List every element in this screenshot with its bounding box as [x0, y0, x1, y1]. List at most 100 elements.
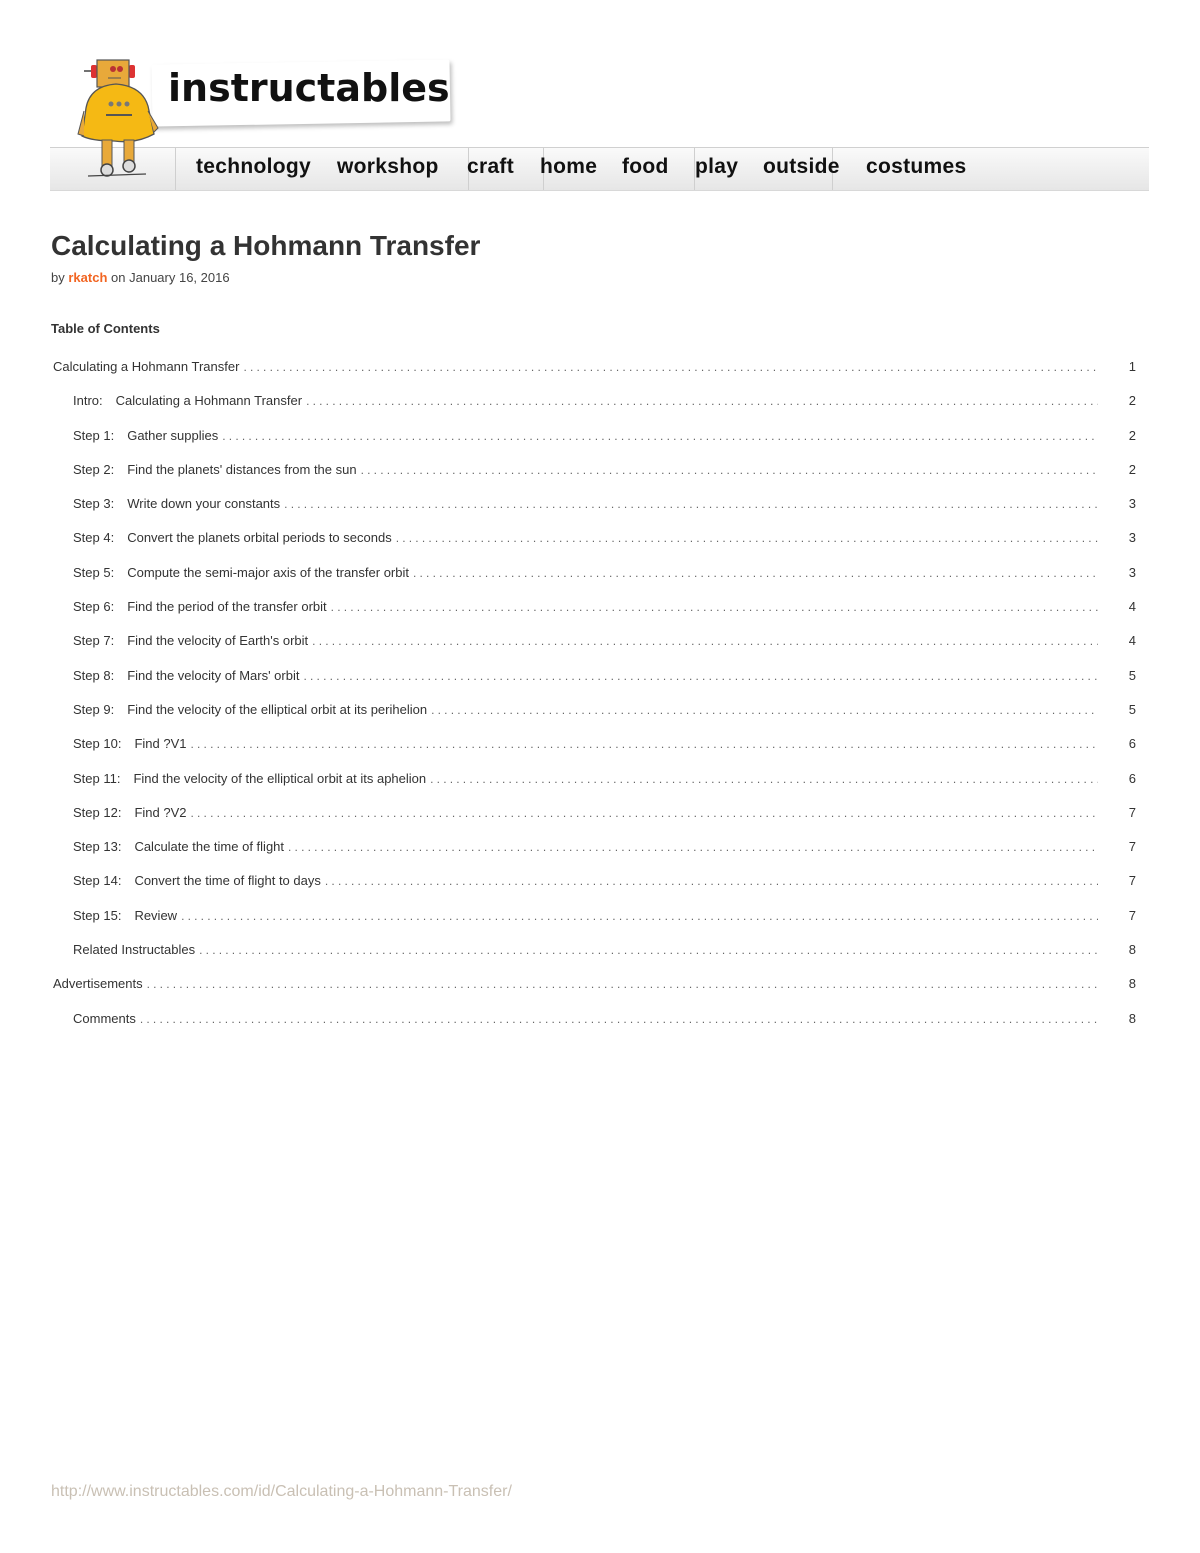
toc-entry[interactable]: Step 12: Find ?V2........................… — [53, 804, 1136, 839]
toc-entry-page-number: 2 — [1098, 393, 1136, 409]
article-title: Calculating a Hohmann Transfer — [51, 230, 481, 261]
toc-entry-page-number: 5 — [1098, 667, 1136, 683]
toc-dot-leader: ........................................… — [181, 908, 1098, 923]
toc-dot-leader: ........................................… — [199, 943, 1098, 958]
toc-entry-step-number: Intro: — [73, 393, 103, 409]
toc-entry-title: Find ?V2 — [134, 804, 187, 820]
toc-entry-step-number: Step 13: — [73, 839, 122, 855]
toc-entry[interactable]: Step 1: Gather supplies..................… — [53, 427, 1136, 462]
toc-entry-page-number: 7 — [1098, 839, 1136, 855]
toc-entry[interactable]: Step 6: Find the period of the transfer o… — [53, 599, 1136, 633]
toc-entry[interactable]: Step 9: Find the velocity of the elliptic… — [53, 701, 1136, 736]
footer-url-link[interactable]: http://www.instructables.com/id/Calculat… — [51, 1483, 512, 1501]
toc-entry-title: Find the period of the transfer orbit — [127, 599, 327, 615]
logo-wordmark[interactable]: instructables — [168, 66, 450, 110]
toc-entry[interactable]: Calculating a Hohmann Transfer..........… — [53, 359, 1136, 393]
toc-entry-label: Intro: Calculating a Hohmann Transfer — [73, 393, 307, 409]
toc-entry[interactable]: Step 8: Find the velocity of Mars' orbit.… — [53, 667, 1136, 702]
toc-entry[interactable]: Comments................................… — [53, 1010, 1136, 1045]
toc-entry-title: Related Instructables — [73, 942, 196, 958]
toc-dot-leader: ........................................… — [324, 874, 1098, 889]
toc-entry-title: Write down your constants — [127, 496, 281, 512]
toc-entry-page-number: 2 — [1098, 427, 1136, 443]
toc-dot-leader: ........................................… — [288, 840, 1098, 855]
toc-entry-title: Convert the time of flight to days — [134, 873, 321, 889]
toc-entry[interactable]: Related Instructables...................… — [53, 942, 1136, 976]
toc-entry-title: Convert the planets orbital periods to s… — [127, 530, 392, 546]
toc-entry-page-number: 6 — [1098, 770, 1136, 786]
toc-entry[interactable]: Step 10: Find ?V1........................… — [53, 736, 1136, 770]
article-byline: by rkatch on January 16, 2016 — [51, 270, 230, 285]
toc-dot-leader: ........................................… — [303, 668, 1098, 683]
toc-entry-page-number: 3 — [1098, 530, 1136, 546]
toc-entry-step-number: Step 1: — [73, 427, 115, 443]
toc-entry-step-number: Step 6: — [73, 599, 115, 615]
toc-entry-step-number: Step 5: — [73, 564, 115, 580]
toc-entry-title: Calculating a Hohmann Transfer — [53, 359, 240, 374]
toc-entry-label: Calculating a Hohmann Transfer — [53, 359, 244, 374]
toc-entry[interactable]: Step 13: Calculate the time of flight....… — [53, 839, 1136, 873]
toc-entry-step-number: Step 7: — [73, 633, 115, 649]
nav-home[interactable]: home — [540, 155, 597, 179]
toc-entry-label: Comments — [73, 1010, 140, 1026]
toc-dot-leader: ........................................… — [360, 462, 1098, 477]
toc-entry-title: Review — [134, 907, 178, 923]
table-of-contents: Calculating a Hohmann Transfer..........… — [53, 359, 1136, 1045]
toc-entry-label: Step 8: Find the velocity of Mars' orbit — [73, 667, 304, 683]
toc-entry[interactable]: Step 15: Review..........................… — [53, 907, 1136, 942]
toc-entry-title: Find the planets' distances from the sun — [127, 461, 357, 477]
toc-entry-title: Advertisements — [53, 976, 143, 992]
toc-entry-page-number: 4 — [1098, 599, 1136, 615]
toc-entry[interactable]: Step 4: Convert the planets orbital perio… — [53, 530, 1136, 564]
toc-entry-page-number: 1 — [1098, 359, 1136, 374]
publish-date: January 16, 2016 — [129, 270, 230, 285]
toc-entry-label: Step 6: Find the period of the transfer o… — [73, 599, 331, 615]
toc-entry[interactable]: Step 2: Find the planets' distances from … — [53, 461, 1136, 496]
toc-entry-label: Related Instructables — [73, 942, 200, 958]
robot-mascot-icon[interactable] — [76, 56, 186, 182]
toc-dot-leader: ........................................… — [243, 360, 1098, 374]
toc-entry[interactable]: Step 7: Find the velocity of Earth's orbi… — [53, 633, 1136, 667]
toc-entry[interactable]: Intro: Calculating a Hohmann Transfer....… — [53, 393, 1136, 427]
toc-dot-leader: ........................................… — [412, 565, 1098, 580]
toc-dot-leader: ........................................… — [330, 600, 1098, 615]
toc-entry-step-number: Step 3: — [73, 496, 115, 512]
nav-food[interactable]: food — [622, 155, 669, 179]
toc-entry-page-number: 2 — [1098, 461, 1136, 477]
nav-technology[interactable]: technology — [196, 155, 311, 179]
toc-dot-leader: ........................................… — [431, 702, 1098, 717]
toc-entry[interactable]: Step 14: Convert the time of flight to da… — [53, 873, 1136, 907]
toc-entry[interactable]: Step 5: Compute the semi-major axis of th… — [53, 564, 1136, 599]
toc-entry-label: Step 14: Convert the time of flight to da… — [73, 873, 325, 889]
toc-entry-step-number: Step 10: — [73, 736, 122, 752]
toc-entry-label: Step 12: Find ?V2 — [73, 804, 191, 820]
toc-entry-page-number: 6 — [1098, 736, 1136, 752]
toc-entry-page-number: 3 — [1098, 564, 1136, 580]
toc-entry-title: Find the velocity of Earth's orbit — [127, 633, 309, 649]
toc-entry-page-number: 7 — [1098, 907, 1136, 923]
toc-entry[interactable]: Step 11: Find the velocity of the ellipti… — [53, 770, 1136, 805]
toc-entry-step-number: Step 4: — [73, 530, 115, 546]
nav-outside[interactable]: outside — [763, 155, 840, 179]
toc-entry-page-number: 8 — [1098, 976, 1136, 992]
nav-play[interactable]: play — [695, 155, 738, 179]
nav-craft[interactable]: craft — [467, 155, 514, 179]
author-link[interactable]: rkatch — [68, 270, 107, 285]
toc-entry[interactable]: Advertisements..........................… — [53, 976, 1136, 1010]
toc-entry-page-number: 3 — [1098, 496, 1136, 512]
toc-dot-leader: ........................................… — [430, 771, 1098, 786]
date-prefix: on — [111, 270, 126, 285]
toc-entry-step-number: Step 9: — [73, 701, 115, 717]
toc-entry-step-number: Step 15: — [73, 907, 122, 923]
toc-entry-title: Find ?V1 — [134, 736, 187, 752]
nav-workshop[interactable]: workshop — [337, 155, 439, 179]
nav-costumes[interactable]: costumes — [866, 155, 966, 179]
toc-entry[interactable]: Step 3: Write down your constants........… — [53, 496, 1136, 530]
toc-heading: Table of Contents — [51, 321, 160, 336]
toc-entry-page-number: 4 — [1098, 633, 1136, 649]
toc-entry-page-number: 8 — [1098, 942, 1136, 958]
toc-entry-title: Comments — [73, 1010, 136, 1026]
toc-entry-page-number: 8 — [1098, 1010, 1136, 1026]
toc-entry-label: Step 4: Convert the planets orbital perio… — [73, 530, 396, 546]
toc-entry-label: Step 9: Find the velocity of the elliptic… — [73, 701, 432, 717]
